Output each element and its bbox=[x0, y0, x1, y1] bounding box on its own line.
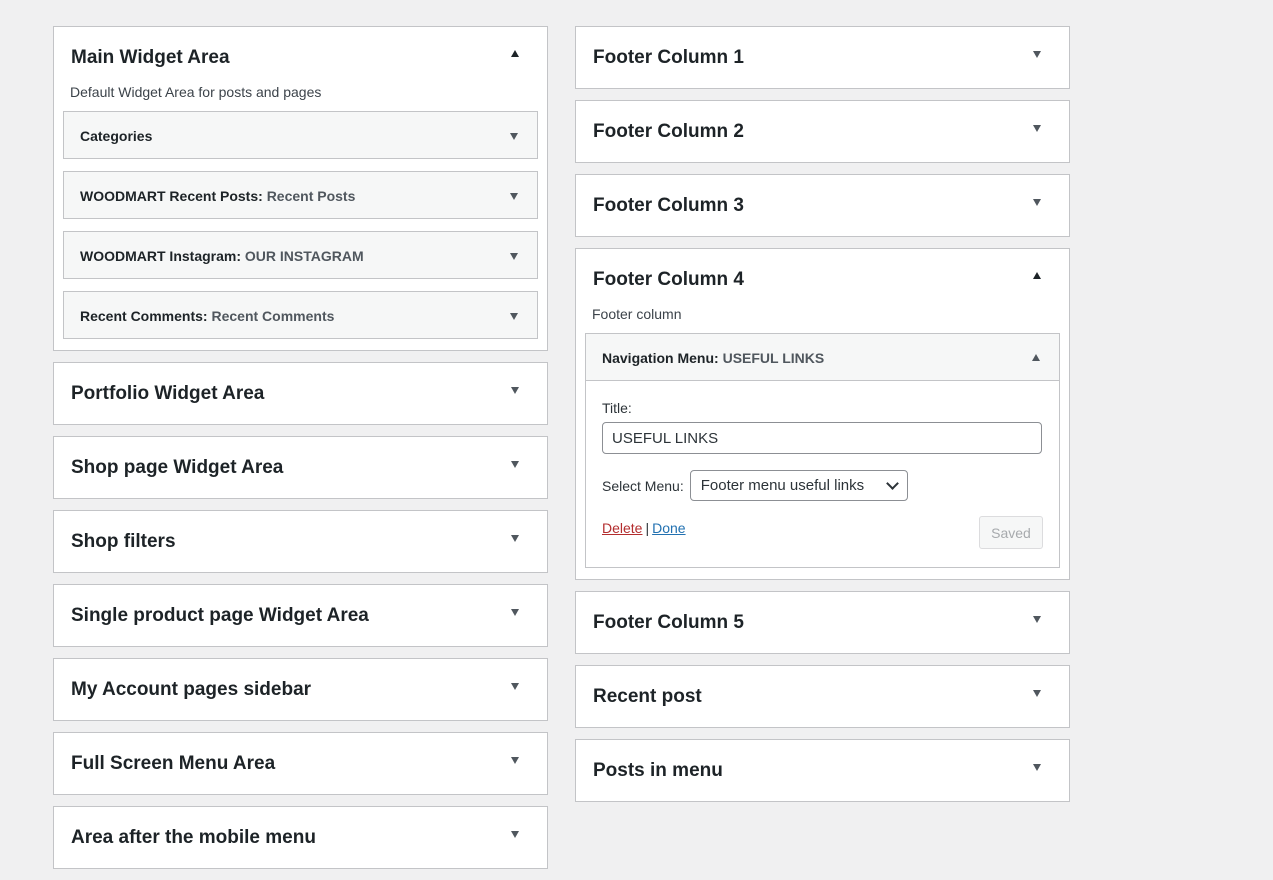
area-title: My Account pages sidebar bbox=[71, 679, 312, 700]
area-title: Footer Column 1 bbox=[593, 47, 744, 68]
area-header[interactable]: Footer Column 3 bbox=[576, 175, 1069, 236]
triangle-down-icon[interactable] bbox=[510, 253, 518, 260]
area-header[interactable]: My Account pages sidebar bbox=[54, 659, 547, 720]
area-header[interactable]: Posts in menu bbox=[576, 740, 1069, 801]
triangle-down-icon[interactable] bbox=[511, 387, 519, 394]
triangle-down-icon[interactable] bbox=[1033, 616, 1041, 623]
widget-area-footer-column-4: Footer Column 4 Footer column Navigation… bbox=[575, 248, 1070, 580]
area-title: Footer Column 3 bbox=[593, 195, 744, 216]
widget-area-footer-column-3[interactable]: Footer Column 3 bbox=[575, 174, 1070, 237]
left-column: Main Widget Area Default Widget Area for… bbox=[53, 26, 548, 880]
widget-recent-posts[interactable]: WOODMART Recent Posts: Recent Posts bbox=[63, 171, 538, 219]
widget-header[interactable]: Navigation Menu: USEFUL LINKS bbox=[586, 334, 1059, 381]
area-title: Footer Column 5 bbox=[593, 612, 744, 633]
triangle-down-icon[interactable] bbox=[511, 461, 519, 468]
widget-area-footer-column-5[interactable]: Footer Column 5 bbox=[575, 591, 1070, 654]
widget-area-recent-post[interactable]: Recent post bbox=[575, 665, 1070, 728]
delete-link[interactable]: Delete bbox=[602, 520, 642, 536]
area-header[interactable]: Shop filters bbox=[54, 511, 547, 572]
area-widgets: Categories WOODMART Recent Posts: Recent… bbox=[54, 111, 547, 350]
widget-title: Categories bbox=[80, 128, 153, 144]
separator: | bbox=[645, 520, 650, 536]
area-header[interactable]: Footer Column 5 bbox=[576, 592, 1069, 653]
area-title: Portfolio Widget Area bbox=[71, 383, 265, 404]
triangle-up-icon[interactable] bbox=[1033, 272, 1041, 279]
widget-subtitle: USEFUL LINKS bbox=[722, 350, 825, 366]
triangle-down-icon[interactable] bbox=[1033, 51, 1041, 58]
done-link[interactable]: Done bbox=[652, 520, 685, 536]
triangle-down-icon[interactable] bbox=[1033, 125, 1041, 132]
area-title: Main Widget Area bbox=[71, 47, 230, 68]
area-title: Full Screen Menu Area bbox=[71, 753, 276, 774]
widget-area-footer-column-1[interactable]: Footer Column 1 bbox=[575, 26, 1070, 89]
triangle-down-icon[interactable] bbox=[510, 193, 518, 200]
widget-area-full-screen-menu[interactable]: Full Screen Menu Area bbox=[53, 732, 548, 795]
area-title: Recent post bbox=[593, 686, 702, 707]
area-header[interactable]: Footer Column 4 bbox=[576, 249, 1069, 310]
area-title: Single product page Widget Area bbox=[71, 605, 369, 626]
select-menu-label: Select Menu: bbox=[602, 477, 684, 494]
widget-instagram[interactable]: WOODMART Instagram: OUR INSTAGRAM bbox=[63, 231, 538, 279]
area-header[interactable]: Footer Column 2 bbox=[576, 101, 1069, 162]
widget-area-my-account[interactable]: My Account pages sidebar bbox=[53, 658, 548, 721]
widget-area-single-product[interactable]: Single product page Widget Area bbox=[53, 584, 548, 647]
select-menu-row: Select Menu: Footer menu useful links bbox=[602, 470, 1043, 501]
area-header[interactable]: Recent post bbox=[576, 666, 1069, 727]
area-title: Shop filters bbox=[71, 531, 176, 552]
triangle-down-icon[interactable] bbox=[511, 757, 519, 764]
area-widgets: Navigation Menu: USEFUL LINKS Title: Sel… bbox=[576, 333, 1069, 579]
area-title: Posts in menu bbox=[593, 760, 723, 781]
triangle-down-icon[interactable] bbox=[1033, 764, 1041, 771]
widget-title: Navigation Menu: USEFUL LINKS bbox=[602, 350, 825, 366]
triangle-down-icon[interactable] bbox=[1033, 690, 1041, 697]
area-header[interactable]: Full Screen Menu Area bbox=[54, 733, 547, 794]
area-header[interactable]: Portfolio Widget Area bbox=[54, 363, 547, 424]
widget-area-shop-page[interactable]: Shop page Widget Area bbox=[53, 436, 548, 499]
widget-area-shop-filters[interactable]: Shop filters bbox=[53, 510, 548, 573]
area-header[interactable]: Area after the mobile menu bbox=[54, 807, 547, 868]
triangle-down-icon[interactable] bbox=[511, 609, 519, 616]
widget-area-posts-in-menu[interactable]: Posts in menu bbox=[575, 739, 1070, 802]
area-title: Footer Column 4 bbox=[593, 269, 744, 290]
widget-title: WOODMART Recent Posts: Recent Posts bbox=[80, 188, 356, 204]
area-header-main[interactable]: Main Widget Area bbox=[54, 27, 547, 88]
widget-recent-comments[interactable]: Recent Comments: Recent Comments bbox=[63, 291, 538, 339]
select-menu-dropdown[interactable]: Footer menu useful links bbox=[689, 470, 908, 501]
widget-form: Title: Select Menu: Footer menu useful l… bbox=[586, 381, 1059, 567]
triangle-down-icon[interactable] bbox=[1033, 199, 1041, 206]
select-menu-value: Footer menu useful links bbox=[700, 477, 865, 494]
triangle-down-icon[interactable] bbox=[510, 133, 518, 140]
triangle-down-icon[interactable] bbox=[511, 535, 519, 542]
chevron-down-icon bbox=[885, 477, 899, 490]
area-header[interactable]: Footer Column 1 bbox=[576, 27, 1069, 88]
right-column: Footer Column 1 Footer Column 2 Footer C… bbox=[575, 26, 1070, 813]
widget-title: Recent Comments: Recent Comments bbox=[80, 308, 335, 324]
widget-area-footer-column-2[interactable]: Footer Column 2 bbox=[575, 100, 1070, 163]
widget-area-after-mobile-menu[interactable]: Area after the mobile menu bbox=[53, 806, 548, 869]
widget-title: WOODMART Instagram: OUR INSTAGRAM bbox=[80, 248, 364, 264]
widget-navigation-menu: Navigation Menu: USEFUL LINKS Title: Sel… bbox=[585, 333, 1060, 568]
widget-subtitle: Recent Posts bbox=[266, 188, 356, 204]
area-header[interactable]: Shop page Widget Area bbox=[54, 437, 547, 498]
title-input[interactable] bbox=[602, 422, 1042, 454]
widget-subtitle: Recent Comments bbox=[211, 308, 335, 324]
area-title: Footer Column 2 bbox=[593, 121, 744, 142]
widget-actions: Delete | Done bbox=[602, 520, 686, 536]
saved-button[interactable]: Saved bbox=[979, 516, 1043, 549]
triangle-down-icon[interactable] bbox=[511, 831, 519, 838]
triangle-down-icon[interactable] bbox=[510, 313, 518, 320]
widget-area-main: Main Widget Area Default Widget Area for… bbox=[53, 26, 548, 351]
triangle-down-icon[interactable] bbox=[511, 683, 519, 690]
widget-area-portfolio[interactable]: Portfolio Widget Area bbox=[53, 362, 548, 425]
widget-categories[interactable]: Categories bbox=[63, 111, 538, 159]
widget-subtitle: OUR INSTAGRAM bbox=[244, 248, 364, 264]
area-title: Shop page Widget Area bbox=[71, 457, 284, 478]
triangle-up-icon[interactable] bbox=[511, 50, 519, 57]
title-label: Title: bbox=[602, 400, 632, 416]
triangle-up-icon[interactable] bbox=[1032, 354, 1040, 361]
area-header[interactable]: Single product page Widget Area bbox=[54, 585, 547, 646]
area-title: Area after the mobile menu bbox=[71, 827, 316, 848]
